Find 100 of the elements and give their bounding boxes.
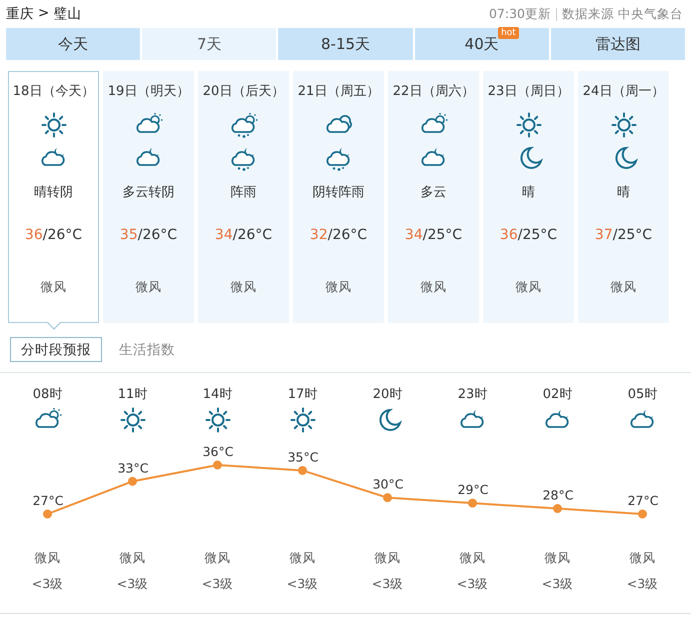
day-card[interactable]: 24日（周一） 晴 37/25°C 微风 — [578, 71, 669, 323]
hot-badge: hot — [498, 27, 519, 39]
high-temperature: 32 — [310, 227, 328, 243]
unit-label: °C — [218, 444, 234, 459]
temperature-point — [128, 476, 137, 486]
low-temperature: /25°C — [612, 227, 652, 243]
temperature-label: 29 — [458, 482, 474, 498]
city-name: 璧山 — [53, 5, 82, 23]
hour-label: 20时 — [372, 386, 402, 403]
period-tab[interactable]: 今天 — [6, 28, 140, 60]
sun-icon — [288, 407, 318, 433]
wind-level: <3级 — [626, 576, 658, 593]
breadcrumb-separator: > — [38, 5, 50, 23]
weather-description: 阵雨 — [230, 184, 256, 201]
wind-label: 微风 — [120, 550, 146, 567]
hour-label: 11时 — [118, 386, 148, 403]
high-temperature: 35 — [120, 227, 138, 243]
day-date: 19日（明天） — [108, 83, 190, 100]
wind-label: 微风 — [204, 550, 230, 567]
wind-label: 微风 — [610, 279, 636, 296]
high-temperature: 36 — [24, 227, 43, 243]
day-date: 23日（周日） — [488, 83, 570, 100]
temperature-label: 30 — [372, 476, 388, 492]
hour-label: 05时 — [628, 386, 658, 403]
low-temperature: /26°C — [42, 227, 82, 243]
sun-icon — [608, 112, 638, 138]
wind-label: 微风 — [290, 550, 316, 567]
hour-label: 08时 — [32, 386, 62, 403]
unit-label: °C — [134, 460, 148, 476]
low-temperature: /25°C — [422, 227, 462, 243]
rain-cloud-icon — [228, 112, 258, 138]
wind-label: 微风 — [630, 550, 656, 567]
day-card[interactable]: 19日（明天） 多云转阴 35/26°C 微风 — [103, 71, 194, 323]
wind-label: 微风 — [230, 279, 256, 296]
hour-label: 17时 — [288, 386, 318, 403]
temperature-point — [298, 466, 307, 475]
temperature-point — [43, 510, 52, 518]
sun-icon — [118, 407, 148, 433]
period-tab[interactable]: 雷达图 — [550, 28, 686, 60]
weather-description: 多云 — [420, 184, 446, 201]
weather-description: 晴 — [617, 184, 630, 201]
day-date: 20日（后天） — [202, 83, 284, 100]
low-temperature: /26°C — [328, 227, 368, 243]
wind-label: 微风 — [40, 279, 66, 296]
wind-label: 微风 — [34, 550, 60, 567]
wind-level: <3级 — [542, 576, 574, 593]
weather-description: 阴转阵雨 — [312, 184, 364, 201]
temperature-point — [638, 510, 647, 518]
high-temperature: 36 — [500, 227, 518, 243]
wind-label: 微风 — [516, 279, 542, 296]
day-date: 24日（周一） — [582, 83, 664, 100]
unit-label: °C — [474, 482, 488, 498]
wind-level: <3级 — [202, 576, 234, 593]
temperature-label: 36 — [202, 444, 218, 459]
sun-icon — [38, 112, 68, 138]
temperature-point — [383, 493, 392, 502]
period-tab[interactable]: 7天 — [142, 28, 276, 60]
temperature-label: 35 — [288, 449, 304, 464]
high-temperature: 34 — [214, 227, 233, 243]
low-temperature: /25°C — [518, 227, 558, 243]
unit-label: °C — [558, 488, 574, 503]
wind-label: 微风 — [420, 279, 446, 296]
temperature-label: 28 — [542, 488, 558, 503]
high-temperature: 37 — [594, 227, 613, 243]
temperature-point — [213, 460, 222, 470]
low-temperature: /26°C — [138, 227, 178, 243]
wind-label: 微风 — [544, 550, 570, 567]
day-date: 22日（周六） — [392, 83, 474, 100]
wind-level: <3级 — [32, 576, 64, 593]
hour-label: 02时 — [542, 386, 572, 403]
wind-level: <3级 — [286, 576, 318, 593]
weather-description: 晴 — [522, 184, 535, 201]
wind-level: <3级 — [116, 576, 148, 593]
forecast-tab[interactable]: 分时段预报 — [10, 337, 102, 362]
low-temperature: /26°C — [232, 227, 272, 243]
pointer-icon — [47, 322, 61, 330]
sun-icon — [202, 407, 232, 433]
update-time: 07:30更新 — [488, 6, 552, 22]
weather-description: 晴转阴 — [34, 184, 73, 201]
temperature-point — [468, 498, 477, 508]
period-tab[interactable]: 8-15天 — [278, 28, 413, 60]
wind-label: 微风 — [374, 550, 400, 567]
sun-icon — [514, 112, 544, 138]
unit-label: °C — [304, 449, 318, 464]
region-link[interactable]: 重庆 — [6, 5, 34, 23]
day-card[interactable]: 23日（周日） 晴 36/25°C 微风 — [483, 71, 574, 323]
temperature-point — [553, 504, 562, 514]
weather-description: 多云转阴 — [122, 184, 174, 201]
day-card[interactable]: 20日（后天） 阵雨 34/26°C 微风 — [198, 71, 289, 323]
wind-level: <3级 — [456, 576, 488, 593]
unit-label: °C — [48, 493, 64, 508]
temperature-label: 27 — [628, 493, 644, 508]
high-temperature: 34 — [404, 227, 423, 243]
day-card[interactable]: 22日（周六） 多云 34/25°C 微风 — [388, 71, 479, 323]
day-card[interactable]: 21日（周五） 阴转阵雨 32/26°C 微风 — [293, 71, 384, 323]
hour-label: 23时 — [458, 386, 488, 403]
unit-label: °C — [388, 476, 404, 492]
day-date: 18日（今天） — [12, 83, 94, 100]
wind-label: 微风 — [460, 550, 486, 567]
day-date: 21日（周五） — [298, 83, 380, 100]
